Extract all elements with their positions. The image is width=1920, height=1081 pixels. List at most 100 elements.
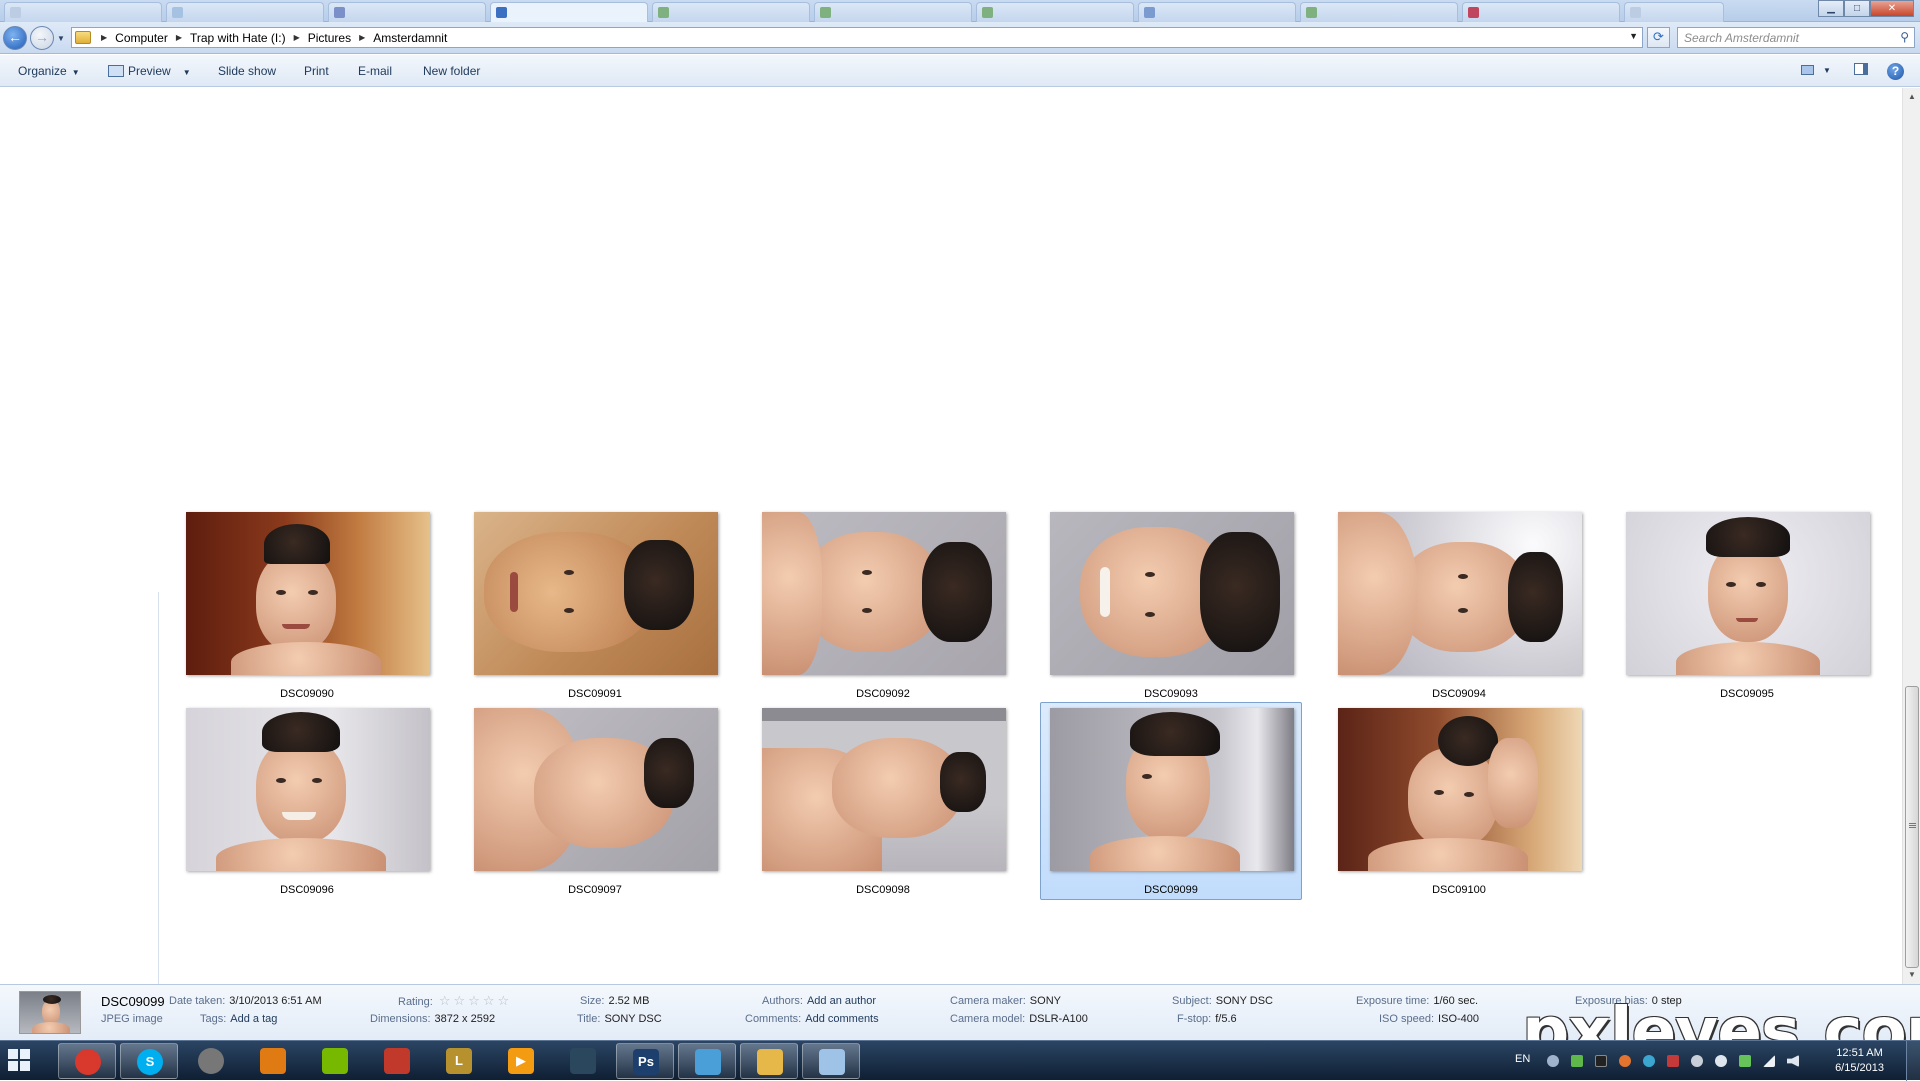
comments-field[interactable]: Comments: Add comments [745, 1013, 879, 1025]
taskbar-app-button[interactable] [58, 1043, 116, 1079]
breadcrumb-computer[interactable]: Computer [115, 31, 168, 45]
chevron-right-icon[interactable]: ▶ [359, 33, 365, 42]
star-rating-icon[interactable]: ☆☆☆☆☆ [439, 993, 512, 1008]
camera-maker-value[interactable]: SONY [1030, 995, 1061, 1007]
caret-down-icon[interactable]: ▼ [183, 68, 191, 77]
browser-tab[interactable] [328, 2, 486, 22]
iso-speed-field[interactable]: ISO speed: ISO-400 [1379, 1013, 1479, 1025]
tray-app-icon[interactable] [1619, 1055, 1631, 1067]
date-taken-value[interactable]: 3/10/2013 6:51 AM [229, 995, 321, 1007]
browser-tab[interactable] [166, 2, 324, 22]
tray-app-icon[interactable] [1739, 1055, 1751, 1067]
chevron-right-icon[interactable]: ▶ [176, 33, 182, 42]
minimize-icon[interactable]: ▁ [1818, 0, 1844, 17]
network-status-icon[interactable] [1547, 1055, 1559, 1067]
subject-value[interactable]: SONY DSC [1216, 995, 1273, 1007]
taskbar-app-button[interactable] [182, 1043, 240, 1079]
back-button[interactable]: ← [3, 26, 27, 50]
search-icon[interactable]: ⚲ [1900, 30, 1909, 44]
address-history-dropdown-icon[interactable]: ▼ [1629, 31, 1638, 41]
refresh-button[interactable]: ⟳ [1647, 27, 1670, 48]
scroll-down-icon[interactable]: ▼ [1905, 968, 1919, 982]
view-options-dropdown-icon[interactable]: ▼ [1817, 61, 1837, 81]
tray-app-icon[interactable] [1715, 1055, 1727, 1067]
taskbar-app-button[interactable] [306, 1043, 364, 1079]
show-desktop-button[interactable] [1906, 1041, 1920, 1081]
help-icon[interactable]: ? [1887, 63, 1904, 80]
authors-field[interactable]: Authors: Add an author [762, 995, 876, 1007]
comments-value[interactable]: Add comments [805, 1013, 878, 1025]
file-thumbnail[interactable]: DSC09091 [472, 510, 718, 702]
title-field[interactable]: Title: SONY DSC [577, 1013, 662, 1025]
file-thumbnail[interactable]: DSC09092 [760, 510, 1006, 702]
file-thumbnail[interactable]: DSC09095 [1624, 510, 1870, 702]
exposure-time-field[interactable]: Exposure time: 1/60 sec. [1356, 995, 1478, 1007]
subject-field[interactable]: Subject: SONY DSC [1172, 995, 1273, 1007]
browser-tab[interactable] [1624, 2, 1724, 22]
tray-app-icon[interactable] [1643, 1055, 1655, 1067]
browser-tab[interactable] [652, 2, 810, 22]
iso-speed-value[interactable]: ISO-400 [1438, 1013, 1479, 1025]
file-thumbnail-selected[interactable]: DSC09099 [1040, 702, 1302, 900]
browser-tab[interactable] [1462, 2, 1620, 22]
exposure-time-value[interactable]: 1/60 sec. [1433, 995, 1478, 1007]
file-thumbnail[interactable]: DSC09094 [1336, 510, 1582, 702]
preview-button[interactable]: Preview ▼ [108, 64, 191, 78]
volume-icon[interactable] [1787, 1055, 1799, 1067]
browser-tab[interactable] [1300, 2, 1458, 22]
fstop-value[interactable]: f/5.6 [1215, 1013, 1236, 1025]
taskbar-app-button[interactable] [368, 1043, 426, 1079]
tray-app-icon[interactable] [1667, 1055, 1679, 1067]
chevron-right-icon[interactable]: ▶ [294, 33, 300, 42]
search-input[interactable]: Search Amsterdamnit ⚲ [1677, 27, 1915, 48]
title-value[interactable]: SONY DSC [604, 1013, 661, 1025]
tray-terminal-icon[interactable] [1595, 1055, 1607, 1067]
tray-app-icon[interactable] [1571, 1055, 1583, 1067]
taskbar-app-button[interactable] [802, 1043, 860, 1079]
file-thumbnail[interactable]: DSC09090 [184, 510, 430, 702]
organize-button[interactable]: Organize ▼ [18, 64, 80, 78]
signal-strength-icon[interactable] [1763, 1055, 1775, 1067]
fstop-field[interactable]: F-stop: f/5.6 [1177, 1013, 1237, 1025]
tags-field[interactable]: Tags: Add a tag [200, 1013, 277, 1025]
clock[interactable]: 12:51 AM 6/15/2013 [1835, 1046, 1884, 1076]
tags-value[interactable]: Add a tag [230, 1013, 277, 1025]
file-thumbnail[interactable]: DSC09100 [1336, 706, 1582, 898]
scrollbar-thumb[interactable] [1905, 686, 1919, 968]
taskbar-app-button[interactable]: Ps [616, 1043, 674, 1079]
file-thumbnail[interactable]: DSC09098 [760, 706, 1006, 898]
email-button[interactable]: E-mail [358, 64, 392, 78]
preview-pane-toggle[interactable] [1851, 61, 1871, 81]
camera-maker-field[interactable]: Camera maker: SONY [950, 995, 1061, 1007]
breadcrumb-pictures[interactable]: Pictures [308, 31, 351, 45]
change-view-button[interactable] [1797, 61, 1817, 81]
browser-tab[interactable] [490, 2, 648, 22]
date-taken-field[interactable]: Date taken: 3/10/2013 6:51 AM [169, 995, 322, 1007]
taskbar-app-button[interactable] [244, 1043, 302, 1079]
address-breadcrumb[interactable]: ▶ Computer ▶ Trap with Hate (I:) ▶ Pictu… [71, 27, 1643, 48]
chevron-right-icon[interactable]: ▶ [101, 33, 107, 42]
forward-button[interactable]: → [30, 26, 54, 50]
breadcrumb-amsterdamnit[interactable]: Amsterdamnit [373, 31, 447, 45]
authors-value[interactable]: Add an author [807, 995, 876, 1007]
camera-model-field[interactable]: Camera model: DSLR-A100 [950, 1013, 1088, 1025]
taskbar-app-button[interactable]: ▶ [492, 1043, 550, 1079]
browser-tab[interactable] [1138, 2, 1296, 22]
tray-app-icon[interactable] [1691, 1055, 1703, 1067]
taskbar-app-button[interactable]: L [430, 1043, 488, 1079]
print-button[interactable]: Print [304, 64, 329, 78]
scroll-up-icon[interactable]: ▲ [1905, 90, 1919, 104]
vertical-scrollbar[interactable]: ▲ ▼ [1902, 88, 1920, 984]
rating-field[interactable]: Rating: ☆☆☆☆☆ [398, 993, 512, 1009]
slideshow-button[interactable]: Slide show [218, 64, 276, 78]
taskbar-app-button[interactable] [678, 1043, 736, 1079]
camera-model-value[interactable]: DSLR-A100 [1029, 1013, 1088, 1025]
file-thumbnail[interactable]: DSC09096 [184, 706, 430, 898]
language-indicator[interactable]: EN [1515, 1053, 1530, 1065]
close-icon[interactable]: ✕ [1870, 0, 1914, 17]
file-thumbnail[interactable]: DSC09097 [472, 706, 718, 898]
file-thumbnail[interactable]: DSC09093 [1048, 510, 1294, 702]
breadcrumb-drive[interactable]: Trap with Hate (I:) [190, 31, 286, 45]
maximize-icon[interactable]: □ [1844, 0, 1870, 17]
browser-tab[interactable] [4, 2, 162, 22]
